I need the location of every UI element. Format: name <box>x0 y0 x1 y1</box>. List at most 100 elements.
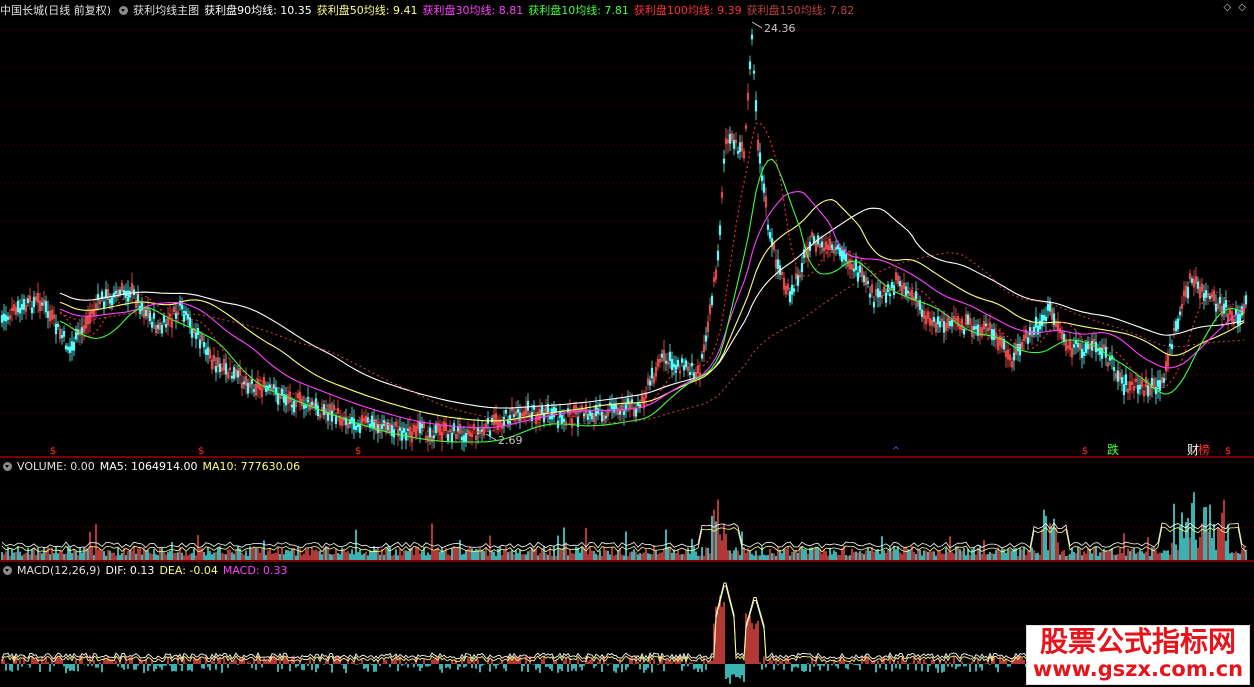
candle-body <box>876 288 880 298</box>
volume-bar <box>703 555 705 560</box>
macd-bar <box>505 664 507 672</box>
chevron-down-icon[interactable] <box>3 566 12 575</box>
volume-bar <box>1081 555 1083 560</box>
volume-bar <box>31 549 33 560</box>
macd-bar <box>929 664 931 666</box>
volume-bar <box>1023 546 1025 560</box>
macd-bar <box>229 661 231 664</box>
macd-bar <box>583 664 585 666</box>
volume-bar <box>459 539 461 560</box>
macd-bar <box>771 660 773 664</box>
volume-bar <box>609 554 611 560</box>
volume-bar <box>1097 555 1099 560</box>
volume-bar <box>109 550 111 560</box>
volume-bar <box>615 554 617 560</box>
volume-bar <box>41 553 43 560</box>
candle-body <box>868 293 872 298</box>
volume-bar <box>575 546 577 560</box>
macd-bar <box>389 664 391 668</box>
candle-body <box>892 285 896 295</box>
candle-body <box>1046 304 1050 311</box>
volume-bar <box>455 547 457 560</box>
macd-bar <box>947 664 949 667</box>
candle-body <box>62 330 66 337</box>
candle-body <box>56 323 60 327</box>
volume-bar <box>99 548 101 560</box>
stock-chart[interactable]: 24.362.69 $ $ $ ^ $ 跌财榜 $ <box>0 0 1254 687</box>
volume-bar <box>81 552 83 560</box>
candle-body <box>118 289 122 295</box>
volume-bar <box>585 527 587 560</box>
signal-marker: $ <box>355 446 361 457</box>
volume-bar <box>33 547 35 560</box>
window-controls[interactable]: ◇ ◇ <box>1223 2 1248 13</box>
volume-bar <box>111 552 113 560</box>
candle-body <box>224 363 228 375</box>
volume-bar <box>259 552 261 560</box>
candle-body <box>352 418 356 430</box>
volume-bar <box>391 555 393 560</box>
volume-bar <box>329 554 331 560</box>
macd-bar <box>277 664 279 672</box>
macd-bar <box>103 657 105 664</box>
volume-bar <box>1179 525 1181 560</box>
chevron-down-icon[interactable] <box>3 462 12 471</box>
macd-bar <box>681 664 683 671</box>
macd-bar <box>711 660 713 664</box>
macd-bar <box>635 655 637 664</box>
volume-bar <box>1147 537 1149 560</box>
candle-body <box>1026 337 1030 344</box>
volume-bar <box>535 549 537 560</box>
volume-bar <box>603 547 605 560</box>
volume-bar <box>1125 555 1127 560</box>
volume-bar <box>831 554 833 560</box>
volume-bar <box>371 551 373 560</box>
volume-bar <box>1229 553 1231 560</box>
volume-bar <box>161 548 163 560</box>
macd-bar <box>247 661 249 664</box>
volume-bar <box>1085 553 1087 560</box>
volume-bar <box>113 552 115 560</box>
ma150-label: 获利盘150均线: 7.82 <box>746 4 855 17</box>
candle-body <box>1204 290 1208 298</box>
macd-bar <box>763 656 765 664</box>
candle-body <box>758 152 762 164</box>
macd-bar <box>361 659 363 664</box>
macd-bar <box>741 664 743 676</box>
volume-bar <box>767 554 769 560</box>
volume-bar <box>213 552 215 560</box>
macd-bar <box>223 657 225 664</box>
volume-bar <box>413 554 415 560</box>
volume-bar <box>777 546 779 560</box>
volume-bar <box>1223 499 1225 560</box>
volume-bar <box>697 555 699 560</box>
candle-body <box>242 381 246 385</box>
volume-bar <box>755 550 757 560</box>
macd-bar <box>921 664 923 672</box>
macd-bar <box>17 664 19 671</box>
volume-bar <box>513 554 515 560</box>
macd-bar <box>867 657 869 664</box>
candle-body <box>562 418 566 423</box>
chevron-down-icon[interactable] <box>119 6 129 15</box>
candle-body <box>22 299 26 310</box>
stock-title[interactable]: 中国长城(日线 前复权) <box>0 4 111 17</box>
volume-bar <box>715 521 717 560</box>
volume-bar <box>939 550 941 560</box>
macd-bar <box>471 664 473 669</box>
macd-bar <box>311 664 313 670</box>
candle-body <box>1136 385 1140 394</box>
volume-bar <box>1239 553 1241 560</box>
volume-bar <box>683 553 685 560</box>
macd-bar <box>127 664 129 669</box>
volume-bar <box>659 552 661 560</box>
volume-bar <box>465 549 467 560</box>
volume-bar <box>793 551 795 560</box>
volume-bar <box>863 554 865 560</box>
volume-bars <box>1 492 1247 560</box>
macd-bar <box>203 664 205 669</box>
macd-bar <box>281 664 283 670</box>
candle-body <box>1124 374 1128 386</box>
indicator-name[interactable]: 获利均线主图 <box>133 4 199 17</box>
volume-bar <box>169 550 171 560</box>
